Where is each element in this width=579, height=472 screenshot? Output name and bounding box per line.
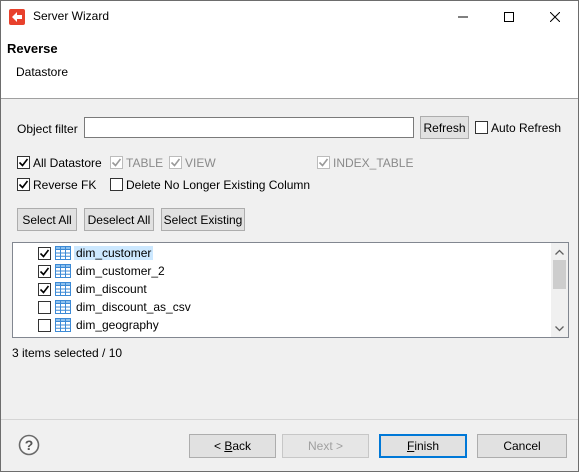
finish-button[interactable]: Finish <box>379 434 467 458</box>
auto-refresh-checkbox[interactable] <box>475 121 488 134</box>
all-datastore-checkbox[interactable] <box>17 156 30 169</box>
checkmark-icon <box>170 158 181 167</box>
minimize-button[interactable] <box>440 1 486 32</box>
maximize-icon <box>504 11 514 22</box>
scroll-up-button[interactable] <box>551 243 568 260</box>
item-checkbox[interactable] <box>38 265 51 278</box>
maximize-button[interactable] <box>486 1 532 32</box>
delete-no-longer-existing-label: Delete No Longer Existing Column <box>126 178 311 192</box>
datastore-list[interactable]: dim_customer dim_customer_2 dim_discount… <box>12 242 569 338</box>
list-item[interactable]: dim_geography <box>13 316 553 334</box>
help-icon: ? <box>18 434 40 456</box>
page-subtitle: Datastore <box>16 65 69 79</box>
table-label: TABLE <box>126 156 164 170</box>
wizard-header: Reverse Datastore <box>1 32 578 99</box>
page-title: Reverse <box>7 41 58 56</box>
table-icon <box>55 264 71 278</box>
list-item[interactable]: dim_discount_as_csv <box>13 298 553 316</box>
item-name: dim_discount_as_csv <box>76 300 191 314</box>
window-title: Server Wizard <box>33 9 110 23</box>
reverse-fk-label: Reverse FK <box>33 178 97 192</box>
item-name: dim_customer <box>74 246 154 260</box>
view-label: VIEW <box>185 156 216 170</box>
index-table-label: INDEX_TABLE <box>333 156 414 170</box>
minimize-icon <box>458 16 468 17</box>
select-existing-button[interactable]: Select Existing <box>161 208 245 231</box>
list-scrollbar[interactable] <box>551 243 568 337</box>
checkmark-icon <box>111 158 122 167</box>
table-icon <box>55 300 71 314</box>
close-icon <box>550 11 560 22</box>
list-item[interactable]: dim_customer_2 <box>13 262 553 280</box>
item-name: dim_discount <box>76 282 147 296</box>
back-button[interactable]: < Back <box>189 434 276 458</box>
table-icon <box>55 282 71 296</box>
selection-status: 3 items selected / 10 <box>12 346 123 360</box>
server-wizard-window: Server Wizard Reverse Datastore Object f… <box>0 0 579 472</box>
checkmark-icon <box>39 267 50 276</box>
close-button[interactable] <box>532 1 578 32</box>
auto-refresh-label: Auto Refresh <box>491 121 562 135</box>
reverse-fk-checkbox[interactable] <box>17 178 30 191</box>
chevron-up-icon <box>555 249 564 255</box>
item-name: dim_geography <box>76 318 159 332</box>
list-item[interactable]: dim_discount <box>13 280 553 298</box>
item-name: dim_customer_2 <box>76 264 165 278</box>
checkmark-icon <box>39 285 50 294</box>
checkmark-icon <box>18 158 29 167</box>
checkmark-icon <box>18 180 29 189</box>
item-checkbox[interactable] <box>38 247 51 260</box>
scroll-thumb[interactable] <box>553 260 566 289</box>
svg-text:?: ? <box>25 437 34 453</box>
item-checkbox[interactable] <box>38 301 51 314</box>
select-all-button[interactable]: Select All <box>17 208 77 231</box>
view-checkbox[interactable] <box>169 156 182 169</box>
checkmark-icon <box>318 158 329 167</box>
app-icon <box>9 9 25 25</box>
title-bar: Server Wizard <box>1 1 578 32</box>
checkmark-icon <box>39 249 50 258</box>
scroll-down-button[interactable] <box>551 320 568 337</box>
item-checkbox[interactable] <box>38 319 51 332</box>
next-button[interactable]: Next > <box>282 434 369 458</box>
all-datastore-label: All Datastore <box>33 156 102 170</box>
list-item[interactable]: dim_customer <box>13 244 553 262</box>
index-table-checkbox[interactable] <box>317 156 330 169</box>
chevron-down-icon <box>555 325 564 331</box>
table-icon <box>55 246 71 260</box>
item-checkbox[interactable] <box>38 283 51 296</box>
refresh-button[interactable]: Refresh <box>420 116 469 139</box>
table-icon <box>55 318 71 332</box>
table-checkbox[interactable] <box>110 156 123 169</box>
object-filter-input[interactable] <box>84 117 414 138</box>
help-button[interactable]: ? <box>18 434 40 456</box>
footer-divider <box>1 419 578 420</box>
delete-no-longer-existing-checkbox[interactable] <box>110 178 123 191</box>
deselect-all-button[interactable]: Deselect All <box>84 208 154 231</box>
cancel-button[interactable]: Cancel <box>477 434 567 458</box>
object-filter-label: Object filter <box>17 122 78 136</box>
